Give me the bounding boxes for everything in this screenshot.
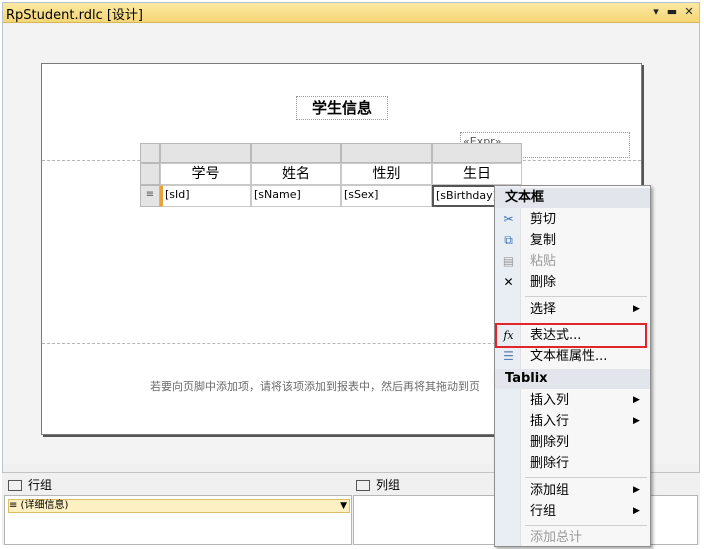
header-cell[interactable]: 学号 — [160, 163, 251, 185]
chevron-right-icon: ▶ — [633, 304, 640, 314]
row-groups-list[interactable]: ≡ (详细信息) ▼ — [4, 495, 352, 545]
column-handle[interactable] — [432, 143, 522, 163]
footer-hint-text: 若要向页脚中添加项，请将该项添加到报表中，然后再将其拖动到页 — [150, 380, 480, 393]
scissors-icon: ✂ — [503, 212, 514, 226]
menu-item-row-group[interactable]: 行组 ▶ — [495, 501, 650, 522]
menu-item-insert-column[interactable]: 插入列 ▶ — [495, 390, 650, 411]
row-group-icon — [8, 480, 22, 491]
menu-item-select[interactable]: 选择 ▶ — [495, 299, 650, 320]
menu-item-add-total[interactable]: 添加总计 — [495, 527, 650, 546]
column-group-icon — [356, 480, 370, 491]
menu-item-insert-row[interactable]: 插入行 ▶ — [495, 411, 650, 432]
copy-icon: ⧉ — [504, 233, 513, 247]
context-menu: 文本框 ✂ 剪切 ⧉ 复制 ▤ 粘贴 ✕ 删除 选择 ▶ fx 表达式... ☰… — [494, 185, 651, 547]
row-handle[interactable] — [140, 163, 160, 185]
window-title: RpStudent.rdlc [设计] — [6, 8, 143, 23]
menu-item-expression[interactable]: fx 表达式... — [495, 325, 650, 346]
properties-icon: ☰ — [503, 349, 514, 363]
pin-icon[interactable]: ▬ — [665, 5, 679, 19]
title-bar: RpStudent.rdlc [设计] ▾ ▬ ✕ — [3, 3, 699, 23]
detail-group-label: ≡ (详细信息) — [9, 500, 69, 511]
delete-icon: ✕ — [503, 275, 514, 289]
chevron-down-icon[interactable]: ▼ — [340, 500, 347, 512]
column-groups-label: 列组 — [376, 478, 401, 492]
menu-item-textbox-properties[interactable]: ☰ 文本框属性... — [495, 346, 650, 367]
detail-group-item[interactable]: ≡ (详细信息) ▼ — [8, 499, 350, 513]
data-cell[interactable]: [sSex] — [341, 185, 432, 207]
header-cell[interactable]: 性别 — [341, 163, 432, 185]
menu-item-add-group[interactable]: 添加组 ▶ — [495, 480, 650, 501]
menu-section-tablix: Tablix — [495, 369, 650, 389]
menu-item-delete-row[interactable]: 删除行 — [495, 453, 650, 474]
fx-icon: fx — [503, 329, 514, 342]
chevron-right-icon: ▶ — [633, 395, 640, 405]
row-groups-label: 行组 — [28, 478, 53, 492]
paste-icon: ▤ — [502, 254, 515, 268]
header-cell[interactable]: 姓名 — [251, 163, 341, 185]
close-icon[interactable]: ✕ — [682, 5, 696, 19]
column-handle[interactable] — [251, 143, 341, 163]
menu-item-delete[interactable]: ✕ 删除 — [495, 272, 650, 293]
menu-item-cut[interactable]: ✂ 剪切 — [495, 209, 650, 230]
detail-row-handle-icon[interactable]: ≡ — [140, 185, 160, 207]
menu-item-copy[interactable]: ⧉ 复制 — [495, 230, 650, 251]
chevron-right-icon: ▶ — [633, 506, 640, 516]
column-groups-header: 列组 — [356, 475, 400, 495]
selected-data-cell[interactable]: [sBirthday] — [432, 185, 500, 207]
row-groups-header: 行组 — [8, 475, 52, 495]
column-handle[interactable] — [341, 143, 432, 163]
dropdown-icon[interactable]: ▾ — [649, 5, 663, 19]
menu-item-delete-column[interactable]: 删除列 — [495, 432, 650, 453]
data-cell[interactable]: [sId] — [160, 185, 251, 207]
chevron-right-icon: ▶ — [633, 485, 640, 495]
tablix-corner-handle[interactable] — [140, 143, 160, 163]
report-title-textbox[interactable]: 学生信息 — [296, 96, 388, 120]
menu-section-textbox: 文本框 — [495, 188, 650, 208]
menu-item-paste[interactable]: ▤ 粘贴 — [495, 251, 650, 272]
column-handle[interactable] — [160, 143, 251, 163]
chevron-right-icon: ▶ — [633, 416, 640, 426]
header-cell[interactable]: 生日 — [432, 163, 522, 185]
data-cell[interactable]: [sName] — [251, 185, 341, 207]
